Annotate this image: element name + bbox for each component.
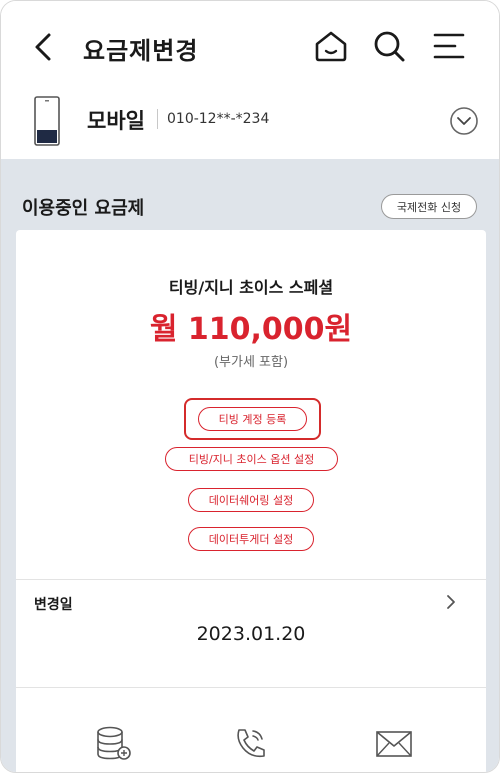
divider [16,579,486,580]
app-header: 요금제변경 [1,1,499,91]
menu-icon[interactable] [431,27,469,65]
data-icon[interactable] [93,724,133,762]
vat-note: (부가세 포함) [213,355,289,370]
screen: 요금제변경 모바일 010-12**-*234 이용중인 요금제 국제전화 신청… [0,0,500,773]
plan-price: 월 110,000원 [149,312,353,347]
line-type: 모바일 [87,109,145,133]
phone-number: 010-12**-*234 [167,111,270,127]
phone-device-icon [34,96,60,146]
intl-call-button[interactable]: 국제전화 신청 [381,194,477,219]
data-together-button[interactable]: 데이터투게더 설정 [188,527,314,551]
change-date-label: 변경일 [34,597,73,613]
line-selector[interactable]: 모바일 010-12**-*234 [1,91,499,159]
search-icon[interactable] [370,27,408,65]
page-title: 요금제변경 [83,37,199,65]
back-arrow-icon[interactable] [29,29,59,65]
call-icon[interactable] [231,724,271,762]
change-date-value: 2023.01.20 [196,623,306,645]
home-icon[interactable] [312,27,350,65]
mail-icon[interactable] [374,724,414,762]
chevron-right-icon[interactable] [444,593,458,611]
plan-card: 티빙/지니 초이스 스페셜 월 110,000원 (부가세 포함) 티빙 계정 … [16,230,486,772]
separator [157,109,158,129]
divider [16,687,486,688]
choice-option-button[interactable]: 티빙/지니 초이스 옵션 설정 [165,447,338,471]
tving-account-button[interactable]: 티빙 계정 등록 [198,407,307,431]
data-sharing-button[interactable]: 데이터쉐어링 설정 [188,488,314,512]
plan-name: 티빙/지니 초이스 스페셜 [168,278,334,297]
chevron-down-icon[interactable] [449,106,479,136]
section-title: 이용중인 요금제 [22,198,145,219]
